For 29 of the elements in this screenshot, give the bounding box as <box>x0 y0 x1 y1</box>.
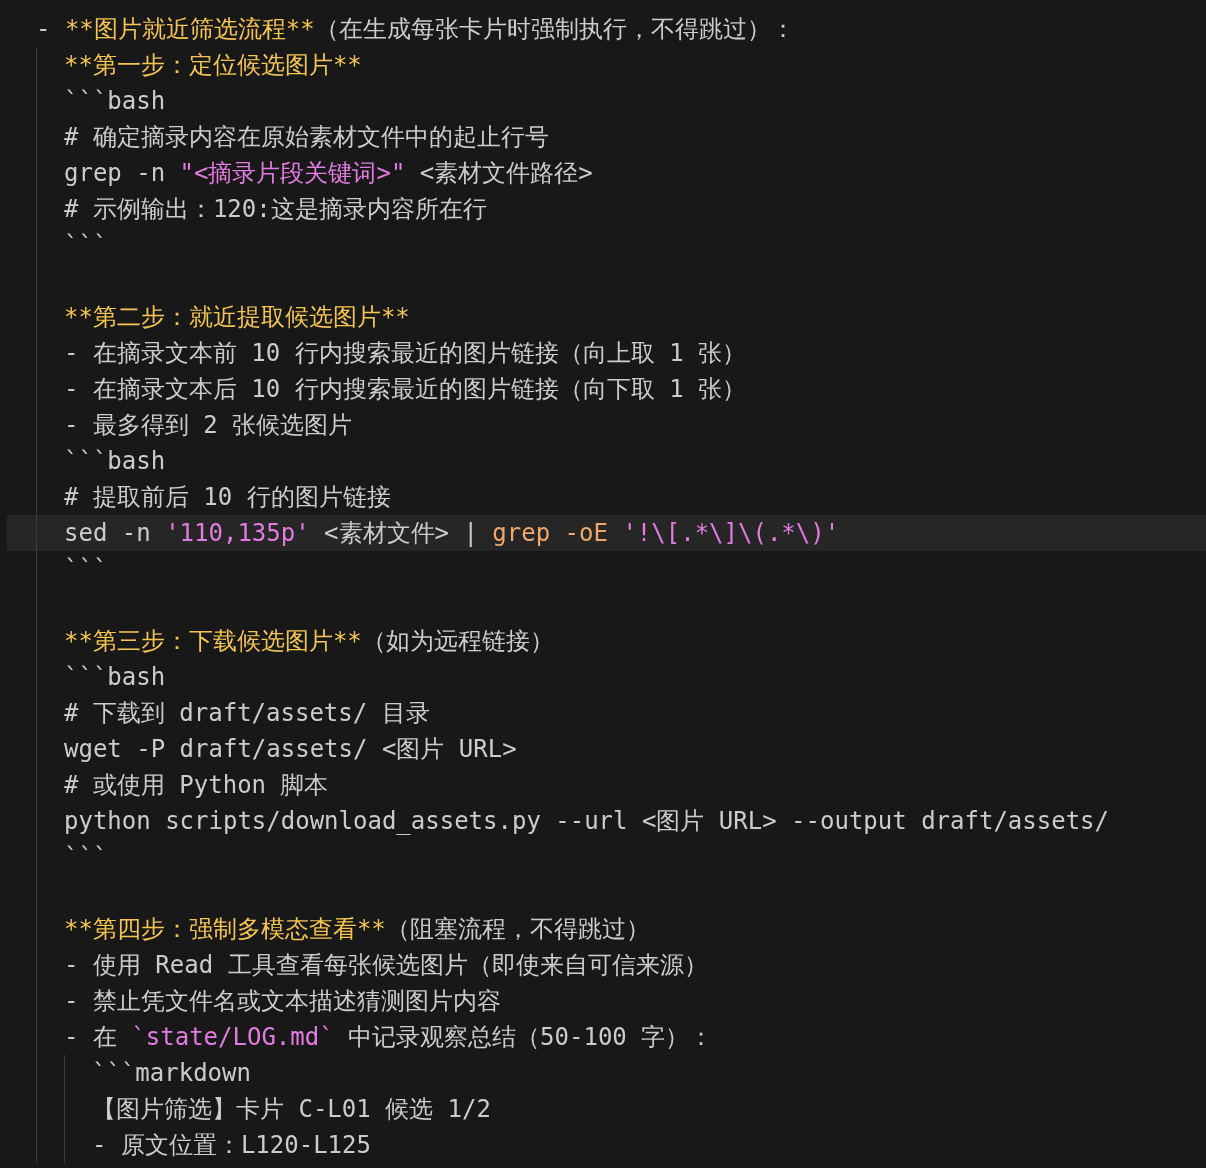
code-line: - 原文位置：L120-L125 <box>92 1130 371 1161</box>
code-line: **第三步：下载候选图片**（如为远程链接） <box>64 626 554 657</box>
code-line: **第二步：就近提取候选图片** <box>64 302 410 333</box>
code-line: # 提取前后 10 行的图片链接 <box>64 482 391 513</box>
code-line: ```bash <box>64 86 166 117</box>
code-line: sed -n '110,135p' <素材文件> | grep -oE '!\[.*\]\(.*\)' <box>64 518 840 549</box>
code-line: - 在 `state/LOG.md` 中记录观察总结（50-100 字）： <box>64 1022 714 1053</box>
code-line: **第四步：强制多模态查看**（阻塞流程，不得跳过） <box>64 914 650 945</box>
code-line: ``` <box>64 230 108 261</box>
code-line: - 在摘录文本后 10 行内搜索最近的图片链接（向下取 1 张） <box>64 374 747 405</box>
code-line: 【图片筛选】卡片 C-L01 候选 1/2 <box>92 1094 491 1125</box>
code-line: wget -P draft/assets/ <图片 URL> <box>64 734 517 765</box>
code-line: # 确定摘录内容在原始素材文件中的起止行号 <box>64 122 549 153</box>
code-line: - 使用 Read 工具查看每张候选图片（即使来自可信来源） <box>64 950 708 981</box>
code-line: - 禁止凭文件名或文本描述猜测图片内容 <box>64 986 501 1017</box>
code-line: - 在摘录文本前 10 行内搜索最近的图片链接（向上取 1 张） <box>64 338 747 369</box>
code-line: # 或使用 Python 脚本 <box>64 770 329 801</box>
code-line: # 示例输出：120:这是摘录内容所在行 <box>64 194 487 225</box>
code-line: ``` <box>64 554 108 585</box>
code-line: grep -n "<摘录片段关键词>" <素材文件路径> <box>64 158 593 189</box>
code-line: - **图片就近筛选流程**（在生成每张卡片时强制执行，不得跳过）： <box>36 14 795 45</box>
code-line: ```bash <box>64 662 166 693</box>
code-line: ```markdown <box>92 1058 251 1089</box>
code-line: **第一步：定位候选图片** <box>64 50 362 81</box>
code-line: python scripts/download_assets.py --url <图片 URL> --output draft/assets/ <box>64 806 1109 837</box>
code-line: # 下载到 draft/assets/ 目录 <box>64 698 430 729</box>
code-line: ``` <box>64 842 108 873</box>
code-line: - 最多得到 2 张候选图片 <box>64 410 353 441</box>
code-line: ```bash <box>64 446 166 477</box>
